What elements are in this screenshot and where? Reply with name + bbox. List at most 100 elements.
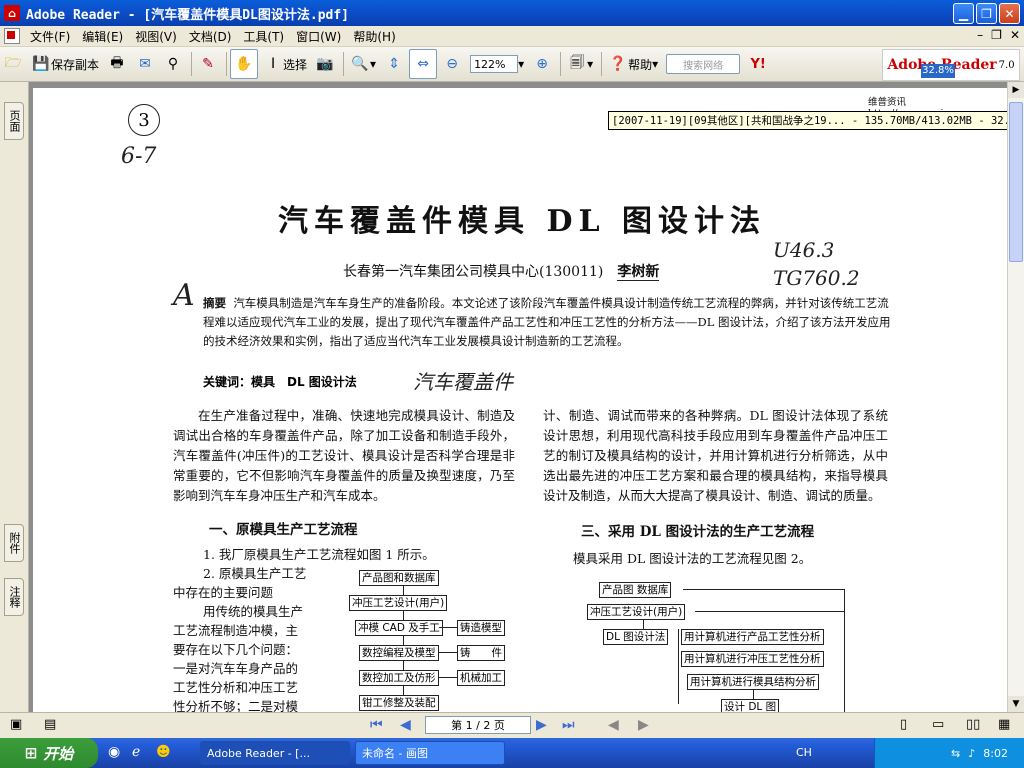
minus-circle-icon: ⊖ [446,56,458,72]
intro-right-column: 计、制造、调试而带来的各种弊病。DL 图设计法体现了系统设计思想，利用现代高科技… [543,408,888,503]
camera-icon: 📷 [316,56,334,72]
plus-circle-icon: ⊕ [536,56,548,72]
help-button[interactable]: ❓ 帮助 ▾ [605,50,661,78]
fit-width-icon: ⇔ [417,56,429,72]
vertical-scrollbar[interactable]: ▶ ▼ [1007,82,1024,712]
panel-toggle-icon[interactable]: ▣ [10,717,22,732]
page-number-field[interactable]: 第 1 / 2 页 [425,716,531,734]
next-page-icon[interactable]: ▶ [536,717,547,733]
menu-tools[interactable]: 工具(T) [237,28,290,45]
section-1-para-2a: 2. 原模具生产工艺 [203,566,307,581]
zoom-in-button[interactable]: ⊕ [529,50,555,78]
fig2-box-product-data: 产品图 数据库 [599,582,672,598]
network-icon[interactable]: ⇆ [951,747,960,760]
handwritten-class-code-2: TG760.2 [773,266,860,290]
section-1-para-3-line: 要存在以下几个问题： [173,642,299,657]
fit-width-button[interactable]: ⇔ [409,49,438,79]
task-paint[interactable]: 未命名 - 画图 [355,741,505,765]
scroll-thumb[interactable] [1009,102,1023,262]
menu-document[interactable]: 文档(D) [183,28,238,45]
volume-icon[interactable]: ♪ [968,747,975,760]
menu-window[interactable]: 窗口(W) [290,28,347,45]
document-view[interactable]: 维普资讯 http://www.cqvip.com 3 6-7 U46.3 TG… [29,82,1008,712]
save-copy-button[interactable]: 💾 保存副本 [28,50,102,78]
menu-help[interactable]: 帮助(H) [347,28,401,45]
menu-file[interactable]: 文件(F) [24,28,76,45]
fig1-box-casting-model: 铸造模型 [457,620,505,636]
rotate-button[interactable]: 🗐 ▾ [564,50,596,78]
ie-icon[interactable]: ℯ [132,744,140,760]
quicklaunch-icon[interactable]: ◉ [108,744,120,760]
continuous-icon[interactable]: ▭ [932,717,944,732]
actual-size-button[interactable]: ⇕ [381,50,407,78]
paper-title: 汽车覆盖件模具 DL 图设计法 [278,204,766,239]
fig2-box-stamping-process: 冲压工艺设计(用户) [587,604,686,620]
email-button[interactable]: ✉ [132,50,158,78]
sign-button[interactable]: ✎ [195,50,221,78]
tab-attachments[interactable]: 附件 [4,524,24,562]
help-icon: ❓ [609,56,627,72]
facing-icon[interactable]: ▯▯ [966,717,980,732]
web-search-input[interactable]: 搜索网络 [666,54,741,74]
tab-comments[interactable]: 注释 [4,578,24,616]
single-page-icon[interactable]: ▯ [900,717,907,732]
fig1-box-product-data: 产品图和数据库 [359,570,439,586]
scroll-down-icon[interactable]: ▼ [1008,696,1024,712]
first-page-icon[interactable]: ⏮ [370,717,383,733]
tab-pages[interactable]: 页面 [4,102,24,140]
page-layout-icon[interactable]: ▤ [44,717,56,732]
fig2-box-die-structure-analysis: 用计算机进行模具结构分析 [687,674,819,690]
document-icon[interactable] [4,28,20,44]
menu-bar: 文件(F) 编辑(E) 视图(V) 文档(D) 工具(T) 窗口(W) 帮助(H… [0,26,1024,47]
forward-icon[interactable]: ▶ [638,717,649,733]
prev-page-icon[interactable]: ◀ [400,717,411,733]
snapshot-button[interactable]: 📷 [312,50,338,78]
status-bar: ▣ ▤ ⏮ ◀ 第 1 / 2 页 ▶ ⏭ ◀ ▶ ▯ ▭ ▯▯ ▦ [0,712,1024,739]
task-adobe-reader[interactable]: Adobe Reader - [... [200,741,350,765]
clock[interactable]: 8:02 [983,747,1008,760]
yahoo-button[interactable]: Y! [745,50,771,78]
print-button[interactable]: 🖶 [104,50,130,78]
section-3-heading: 三、采用 DL 图设计法的生产工艺流程 [581,524,815,540]
doc-minimize-icon[interactable]: – [977,28,983,42]
handwritten-class-code-1: U46.3 [773,238,835,262]
menu-edit[interactable]: 编辑(E) [76,28,129,45]
continuous-facing-icon[interactable]: ▦ [998,717,1010,732]
minimize-button[interactable]: ▁ [953,3,974,24]
app-icon[interactable]: ☻ [156,744,171,760]
menu-view[interactable]: 视图(V) [129,28,183,45]
select-tool-button[interactable]: I 选择 [260,50,310,78]
zoom-input[interactable]: 122% [470,55,519,73]
zoom-out-button[interactable]: ⊖ [439,50,465,78]
section-1-para-3-line: 工艺性分析和冲压工艺 [173,680,299,695]
last-page-icon[interactable]: ⏭ [562,717,575,733]
doc-restore-icon[interactable]: ❐ [991,28,1002,42]
start-label: 开始 [43,744,74,763]
zoom-tool-button[interactable]: 🔍 ▾ [347,50,379,78]
save-copy-label: 保存副本 [51,57,100,72]
window-title: Adobe Reader - [汽车覆盖件模具DL图设计法.pdf] [26,7,350,23]
ime-indicator[interactable]: CH [796,746,812,759]
zoom-dropdown-icon[interactable]: ▾ [518,57,524,71]
find-button[interactable]: ⚲ [160,50,186,78]
handwritten-page-range: 6-7 [121,144,157,169]
section-3-para-1: 模具采用 DL 图设计法的工艺流程见图 2。 [573,551,812,566]
back-icon[interactable]: ◀ [608,717,619,733]
open-button[interactable]: 🗁 [0,50,26,78]
navigation-panel: 页面 附件 注释 [0,82,29,712]
fig1-box-fitting-assembly: 钳工修整及装配 [359,695,439,711]
doc-close-icon[interactable]: ✕ [1010,28,1020,42]
close-button[interactable]: ✕ [999,3,1020,24]
yahoo-icon: Y! [750,56,766,72]
fig1-box-casting: 铸 件 [457,645,505,661]
affiliation: 长春第一汽车集团公司模具中心(130011) [343,264,604,280]
task-label: 未命名 - 画图 [362,747,428,760]
scroll-up-icon[interactable]: ▶ [1008,82,1024,98]
intro-left-column: 在生产准备过程中，准确、快速地完成模具设计、制造及调试出合格的车身覆盖件产品，除… [173,408,515,503]
system-tray: ⇆ ♪ 8:02 [874,738,1024,768]
printer-icon: 🖶 [110,55,124,71]
hand-tool-button[interactable]: ✋ [230,49,259,79]
download-tooltip: [2007-11-19][09其他区][共和国战争之19... - 135.70… [608,111,1024,130]
restore-button[interactable]: ❐ [976,3,997,24]
start-button[interactable]: ⊞ 开始 [0,738,98,768]
